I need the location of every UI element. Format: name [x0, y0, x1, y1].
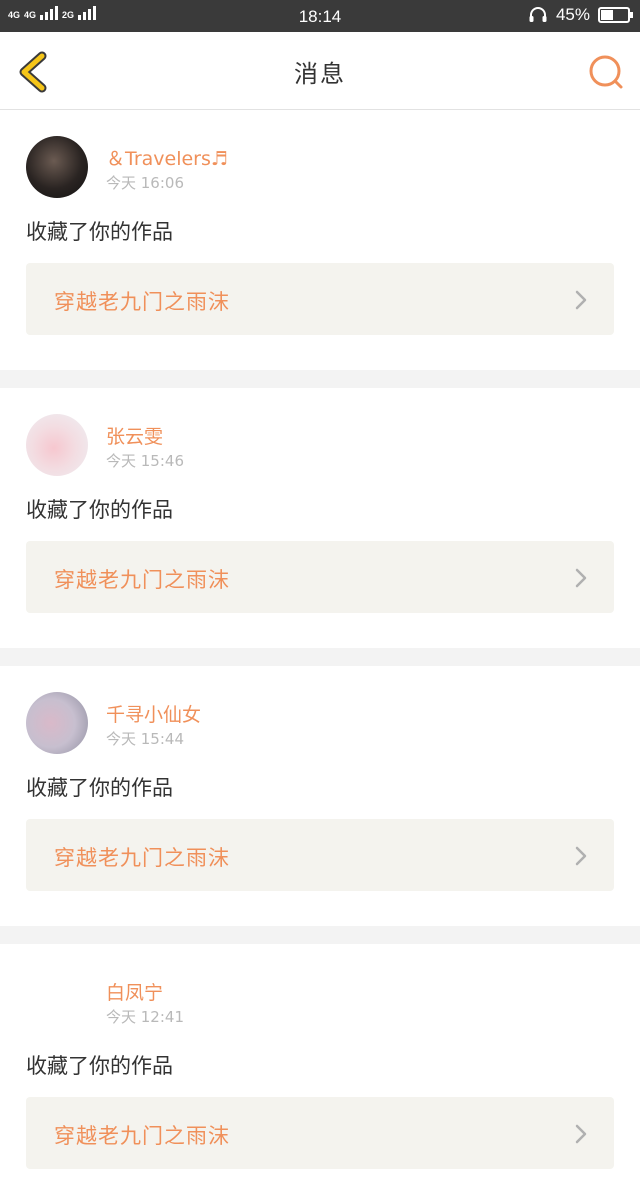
chevron-right-icon — [575, 846, 587, 866]
work-link[interactable]: 穿越老九门之雨沫 — [26, 1097, 614, 1169]
message-item: ＆Travelers♬ 今天 16:06 收藏了你的作品 穿越老九门之雨沫 — [0, 110, 640, 370]
work-title: 穿越老九门之雨沫 — [54, 568, 230, 592]
divider — [0, 370, 640, 388]
message-text: 收藏了你的作品 — [26, 498, 173, 522]
message-text: 收藏了你的作品 — [26, 220, 173, 244]
message-item: 千寻小仙女 今天 15:44 收藏了你的作品 穿越老九门之雨沫 — [0, 666, 640, 926]
chevron-right-icon — [575, 1124, 587, 1144]
chevron-right-icon — [575, 568, 587, 588]
username[interactable]: 千寻小仙女 — [106, 700, 201, 727]
status-bar: 4G 4G 2G 18:14 45% — [0, 0, 640, 32]
divider — [0, 648, 640, 666]
chevron-right-icon — [575, 290, 587, 310]
work-title: 穿越老九门之雨沫 — [54, 846, 230, 870]
work-link[interactable]: 穿越老九门之雨沫 — [26, 819, 614, 891]
message-item: 白凤宁 今天 12:41 收藏了你的作品 穿越老九门之雨沫 — [0, 944, 640, 1204]
battery-icon — [598, 7, 633, 23]
headset-icon — [529, 7, 547, 22]
message-time: 今天 12:41 — [106, 1008, 184, 1026]
avatar[interactable] — [26, 970, 88, 1032]
back-button[interactable] — [14, 50, 54, 94]
avatar[interactable] — [26, 692, 88, 754]
page-title: 消息 — [294, 60, 346, 88]
search-button[interactable] — [586, 52, 626, 92]
message-text: 收藏了你的作品 — [26, 776, 173, 800]
message-time: 今天 16:06 — [106, 174, 184, 192]
message-time: 今天 15:46 — [106, 452, 184, 470]
work-link[interactable]: 穿越老九门之雨沫 — [26, 263, 614, 335]
battery-percent: 45% — [555, 5, 590, 24]
message-list: ＆Travelers♬ 今天 16:06 收藏了你的作品 穿越老九门之雨沫 张云… — [0, 110, 640, 1204]
divider — [0, 926, 640, 944]
username[interactable]: ＆Travelers♬ — [106, 144, 228, 171]
work-title: 穿越老九门之雨沫 — [54, 290, 230, 314]
username[interactable]: 白凤宁 — [106, 978, 163, 1005]
work-title: 穿越老九门之雨沫 — [54, 1124, 230, 1148]
message-time: 今天 15:44 — [106, 730, 184, 748]
avatar[interactable] — [26, 136, 88, 198]
message-item: 张云雯 今天 15:46 收藏了你的作品 穿越老九门之雨沫 — [0, 388, 640, 648]
avatar[interactable] — [26, 414, 88, 476]
header-bar: 消息 — [0, 32, 640, 110]
work-link[interactable]: 穿越老九门之雨沫 — [26, 541, 614, 613]
username[interactable]: 张云雯 — [106, 422, 163, 449]
message-text: 收藏了你的作品 — [26, 1054, 173, 1078]
